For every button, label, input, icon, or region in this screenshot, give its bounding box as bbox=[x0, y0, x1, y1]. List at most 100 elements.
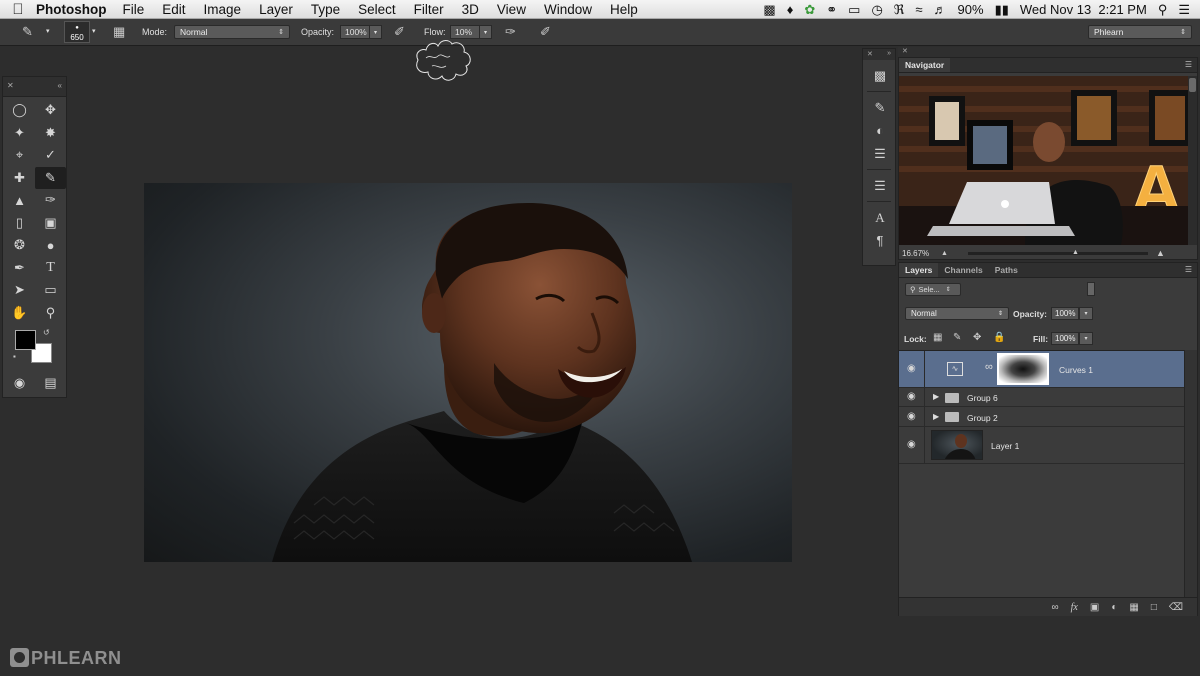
lock-position-icon[interactable]: ✥ bbox=[973, 332, 981, 343]
extension-icon[interactable]: ▩ bbox=[763, 3, 775, 16]
color-panel-icon[interactable]: ◐ bbox=[863, 119, 897, 142]
layer-style-fx-icon[interactable]: fx bbox=[1071, 602, 1078, 613]
layer-row-layer-1[interactable]: ◉ Layer 1 bbox=[899, 427, 1185, 464]
brush-tool-icon[interactable]: ✎ bbox=[35, 166, 66, 189]
history-panel-icon[interactable]: ▩ bbox=[863, 64, 897, 87]
panel-menu-icon[interactable]: ☰ bbox=[1185, 265, 1192, 274]
expand-triangle-icon[interactable]: ▶ bbox=[933, 412, 939, 421]
zoom-out-icon[interactable]: ▲ bbox=[941, 250, 948, 257]
bluetooth-icon[interactable]: ℜ bbox=[894, 3, 905, 16]
app-menu[interactable]: Photoshop bbox=[36, 2, 107, 17]
brush-panel-icon[interactable]: ▦ bbox=[113, 24, 125, 40]
navigator-thumbnail[interactable]: A bbox=[899, 76, 1189, 245]
notification-center-icon[interactable]: ☰ bbox=[1178, 3, 1190, 16]
close-icon[interactable]: ✕ bbox=[7, 81, 14, 96]
menu-layer[interactable]: Layer bbox=[259, 2, 293, 17]
foreground-color-swatch[interactable] bbox=[15, 330, 36, 350]
tab-channels[interactable]: Channels bbox=[938, 263, 988, 277]
clock[interactable]: Wed Nov 13 2:21 PM bbox=[1020, 2, 1147, 17]
flow-slider-toggle[interactable]: ▾ bbox=[480, 25, 492, 39]
fill-field[interactable]: 100% bbox=[1051, 332, 1079, 345]
layer-thumbnail[interactable] bbox=[931, 430, 983, 460]
layer-name[interactable]: Group 2 bbox=[967, 413, 998, 423]
eyedropper-tool-icon[interactable]: ✓ bbox=[35, 144, 66, 167]
time-machine-icon[interactable]: ◷ bbox=[871, 3, 882, 16]
eye-icon[interactable]: ◉ bbox=[907, 439, 916, 450]
path-selection-tool-icon[interactable]: ➤ bbox=[4, 279, 35, 302]
history-brush-tool-icon[interactable]: ✑ bbox=[35, 189, 66, 212]
menu-image[interactable]: Image bbox=[204, 2, 242, 17]
quick-mask-icon[interactable]: ◉ bbox=[4, 372, 35, 394]
workspace-dropdown[interactable]: Phlearn ⇕ bbox=[1088, 25, 1192, 39]
volume-icon[interactable]: ♬ bbox=[934, 3, 947, 16]
panel-menu-icon[interactable]: ☰ bbox=[1185, 60, 1192, 69]
new-group-icon[interactable]: ▦ bbox=[1129, 602, 1138, 613]
pressure-opacity-icon[interactable]: ✐ bbox=[394, 24, 405, 40]
document-canvas[interactable] bbox=[144, 183, 792, 562]
fill-slider-toggle[interactable]: ▾ bbox=[1079, 332, 1093, 345]
mode-dropdown[interactable]: Normal ⇕ bbox=[174, 25, 290, 39]
gradient-tool-icon[interactable]: ▣ bbox=[35, 212, 66, 235]
tab-navigator[interactable]: Navigator bbox=[899, 58, 951, 72]
mask-link-icon[interactable]: ∞ bbox=[985, 361, 993, 373]
collapse-icon[interactable]: « bbox=[58, 81, 62, 96]
lasso-tool-icon[interactable]: ✦ bbox=[4, 122, 35, 145]
layer-row-group-6[interactable]: ◉ ▶ Group 6 bbox=[899, 388, 1185, 407]
clone-stamp-tool-icon[interactable]: ▲ bbox=[4, 189, 35, 212]
menu-help[interactable]: Help bbox=[610, 2, 638, 17]
curves-adjustment-icon[interactable]: ∿ bbox=[947, 362, 963, 376]
tools-panel-header[interactable]: ✕ « bbox=[3, 77, 66, 97]
airplay-icon[interactable]: ▭ bbox=[848, 3, 860, 16]
zoom-slider[interactable]: ▲ bbox=[967, 249, 1148, 256]
zoom-in-icon[interactable]: ▲ bbox=[1156, 248, 1165, 258]
type-tool-icon[interactable]: T bbox=[35, 257, 66, 280]
link-layers-icon[interactable]: ∞ bbox=[1052, 602, 1059, 613]
eye-icon[interactable]: ◉ bbox=[907, 391, 916, 402]
menu-3d[interactable]: 3D bbox=[462, 2, 479, 17]
menu-view[interactable]: View bbox=[497, 2, 526, 17]
layer-name[interactable]: Curves 1 bbox=[1059, 365, 1093, 375]
screen-mode-icon[interactable]: ▤ bbox=[35, 372, 66, 394]
close-icon[interactable]: ✕ bbox=[867, 50, 873, 59]
menu-select[interactable]: Select bbox=[358, 2, 396, 17]
brush-size-arrow[interactable]: ▾ bbox=[92, 27, 96, 35]
creative-cloud-icon[interactable]: ⚭ bbox=[826, 3, 837, 16]
scroll-thumb[interactable] bbox=[1189, 78, 1196, 92]
navigator-scrollbar[interactable] bbox=[1188, 76, 1197, 245]
pressure-size-icon[interactable]: ✐ bbox=[540, 24, 551, 40]
adjustments-panel-icon[interactable]: ☰ bbox=[863, 142, 897, 165]
layers-scrollbar[interactable] bbox=[1184, 350, 1197, 597]
layer-opacity-slider-toggle[interactable]: ▾ bbox=[1079, 307, 1093, 320]
lock-image-pixels-icon[interactable]: ✎ bbox=[953, 332, 961, 343]
pen-tool-icon[interactable]: ✒ bbox=[4, 257, 35, 280]
elliptical-marquee-tool-icon[interactable]: ◯ bbox=[4, 99, 35, 122]
opacity-field[interactable]: 100% bbox=[340, 25, 370, 39]
battery-percent[interactable]: 90% bbox=[958, 2, 984, 17]
brush-preset-picker[interactable]: ● 650 bbox=[64, 21, 90, 43]
leaf-icon[interactable]: ✿ bbox=[804, 3, 815, 16]
close-icon[interactable]: ✕ bbox=[902, 48, 908, 55]
expand-icon[interactable]: » bbox=[887, 50, 891, 59]
right-panel-header[interactable]: ✕ bbox=[898, 47, 1200, 57]
layer-name[interactable]: Group 6 bbox=[967, 393, 998, 403]
evernote-icon[interactable]: ♦ bbox=[787, 3, 794, 16]
layer-mask-thumbnail[interactable] bbox=[997, 353, 1049, 385]
layer-opacity-field[interactable]: 100% bbox=[1051, 307, 1079, 320]
opacity-slider-toggle[interactable]: ▾ bbox=[370, 25, 382, 39]
layer-name[interactable]: Layer 1 bbox=[991, 441, 1019, 451]
tab-paths[interactable]: Paths bbox=[989, 263, 1024, 277]
menu-filter[interactable]: Filter bbox=[414, 2, 444, 17]
hand-tool-icon[interactable]: ✋ bbox=[4, 302, 35, 325]
character-panel-icon[interactable]: A bbox=[863, 206, 897, 229]
lock-all-icon[interactable]: 🔒 bbox=[993, 332, 1005, 343]
add-mask-icon[interactable]: ▣ bbox=[1090, 602, 1099, 613]
crop-tool-icon[interactable]: ⌖ bbox=[4, 144, 35, 167]
lock-transparency-icon[interactable]: ▦ bbox=[933, 332, 942, 343]
spotlight-search-icon[interactable]: ⚲ bbox=[1158, 3, 1168, 16]
tool-presets-icon[interactable]: ✎ bbox=[863, 96, 897, 119]
zoom-slider-knob[interactable]: ▲ bbox=[1072, 249, 1079, 256]
spot-healing-tool-icon[interactable]: ✚ bbox=[4, 167, 35, 190]
trash-icon[interactable]: ⌫ bbox=[1169, 602, 1183, 613]
tab-layers[interactable]: Layers bbox=[899, 263, 939, 277]
apple-icon[interactable]:  bbox=[0, 1, 36, 18]
